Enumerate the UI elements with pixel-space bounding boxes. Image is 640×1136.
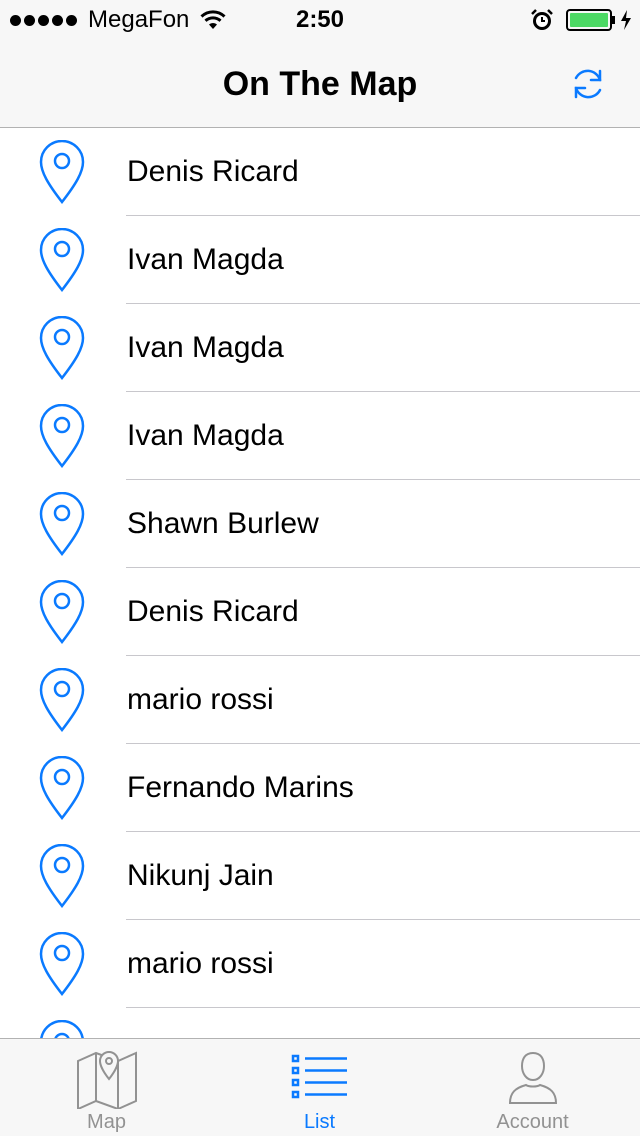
tab-list[interactable]: List <box>213 1039 426 1136</box>
tab-account[interactable]: Account <box>426 1039 639 1136</box>
student-name: Denis Ricard <box>127 595 299 628</box>
student-name: mario rossi <box>127 947 274 980</box>
map-icon <box>76 1051 137 1109</box>
list-item[interactable]: Ivan Magda <box>0 392 640 480</box>
location-pin-icon <box>38 579 86 645</box>
location-pin-icon <box>38 667 86 733</box>
student-name: Denis Ricard <box>127 155 299 188</box>
list-item[interactable] <box>0 1008 640 1038</box>
page-title: On The Map <box>222 65 418 103</box>
list-item[interactable]: Denis Ricard <box>0 128 640 216</box>
location-pin-icon <box>38 1019 86 1038</box>
tab-label-account: Account <box>496 1111 569 1133</box>
tab-label-list: List <box>303 1111 336 1133</box>
screen: MegaFon 2:50 On The Map Denis Ricard Iva… <box>0 0 640 1136</box>
charging-icon <box>621 10 631 30</box>
student-name: Shawn Burlew <box>127 507 319 540</box>
student-name: Ivan Magda <box>127 419 284 452</box>
list-item[interactable]: Shawn Burlew <box>0 480 640 568</box>
battery-icon <box>566 9 615 31</box>
student-list[interactable]: Denis Ricard Ivan Magda Ivan Magda Ivan Mag… <box>0 128 640 1038</box>
refresh-button[interactable] <box>566 62 610 106</box>
list-item[interactable]: mario rossi <box>0 656 640 744</box>
list-item[interactable]: Fernando Marins <box>0 744 640 832</box>
location-pin-icon <box>38 755 86 821</box>
location-pin-icon <box>38 227 86 293</box>
status-bar: MegaFon 2:50 <box>0 0 640 40</box>
location-pin-icon <box>38 931 86 997</box>
student-name: Ivan Magda <box>127 331 284 364</box>
account-icon <box>508 1051 557 1104</box>
status-right <box>530 6 632 34</box>
student-name: mario rossi <box>127 683 274 716</box>
tab-map[interactable]: Map <box>0 1039 213 1136</box>
student-name: Ivan Magda <box>127 243 284 276</box>
tab-label-map: Map <box>87 1111 126 1133</box>
location-pin-icon <box>38 843 86 909</box>
alarm-clock-icon <box>531 9 553 30</box>
list-item[interactable]: mario rossi <box>0 920 640 1008</box>
list-item[interactable]: Denis Ricard <box>0 568 640 656</box>
list-icon <box>291 1054 347 1099</box>
list-item[interactable]: Nikunj Jain <box>0 832 640 920</box>
location-pin-icon <box>38 139 86 205</box>
refresh-icon <box>574 69 602 99</box>
location-pin-icon <box>38 315 86 381</box>
student-name: Nikunj Jain <box>127 859 274 892</box>
list-item[interactable]: Ivan Magda <box>0 216 640 304</box>
location-pin-icon <box>38 403 86 469</box>
tab-bar: Map List Account <box>0 1038 640 1136</box>
student-name: Fernando Marins <box>127 771 354 804</box>
list-item[interactable]: Ivan Magda <box>0 304 640 392</box>
navigation-bar: On The Map <box>0 40 640 128</box>
location-pin-icon <box>38 491 86 557</box>
